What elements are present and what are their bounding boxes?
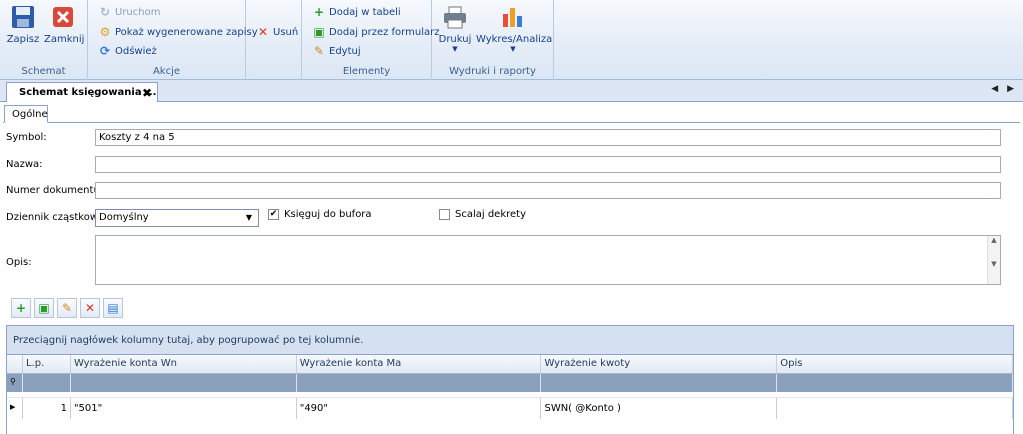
print-button[interactable]: Drukuj ▼ [438, 4, 472, 53]
symbol-label: Symbol: [6, 132, 47, 143]
edit-row-button[interactable]: ✎ [57, 298, 77, 318]
tab-ogolne[interactable]: Ogólne [4, 105, 48, 123]
wrench-icon: ✎ [313, 44, 325, 58]
form-content: Ogólne Symbol: Koszty z 4 na 5 Nazwa: Nu… [0, 102, 1023, 434]
entries-grid: Przeciągnij nagłówek kolumny tutaj, aby … [6, 325, 1014, 434]
ribbon: Zapisz Zamknij Schemat ↻ Uruchom ⚙ Pokaż… [0, 0, 1023, 80]
group-label-elementy: Elementy [342, 66, 391, 77]
opis-textarea[interactable]: ▲ ▼ [95, 235, 1001, 285]
numer-dokumentu-field[interactable] [95, 182, 1001, 199]
group-label-wydruki: Wydruki i raporty [449, 66, 536, 77]
wrench-icon: ✎ [61, 301, 73, 315]
ribbon-group-akcje: ↻ Uruchom ⚙ Pokaż wygenerowane zapisy ⟳ … [88, 0, 258, 80]
printer-icon [442, 4, 468, 30]
close-button[interactable]: Zamknij [44, 4, 84, 45]
plus-icon: + [313, 5, 325, 19]
dziennik-select[interactable]: Domyślny ▼ [95, 209, 259, 227]
chevron-down-icon: ▼ [510, 45, 516, 53]
group-label-schemat: Schemat [21, 66, 66, 77]
add-in-table-button[interactable]: + Dodaj w tabeli [312, 4, 401, 20]
grid-view-icon: ▤ [107, 301, 119, 315]
run-icon: ↻ [99, 5, 111, 19]
ribbon-group-schemat: Zapisz Zamknij Schemat [0, 0, 88, 80]
cell-lp[interactable]: 1 [23, 398, 71, 419]
ksieguj-do-bufora-checkbox[interactable]: ✔ Księguj do bufora [268, 209, 372, 220]
ribbon-group-elementy: + Dodaj w tabeli ▣ Dodaj przez formularz… [302, 0, 439, 80]
nazwa-field[interactable] [95, 156, 1001, 173]
run-button[interactable]: ↻ Uruchom [98, 4, 161, 20]
grid-toolbar: + ▣ ✎ ✕ ▤ [11, 298, 123, 318]
tab-scroll-arrows[interactable]: ◀ ▶ [991, 84, 1017, 94]
chart-icon [500, 4, 526, 30]
opis-label: Opis: [6, 257, 32, 268]
symbol-field[interactable]: Koszty z 4 na 5 [95, 129, 1001, 146]
delete-button[interactable]: ✕ Usuń [256, 24, 298, 40]
cell-ma[interactable]: "490" [297, 398, 542, 419]
document-tab-strip: Schemat księgowania ... ✖ ◀ ▶ [0, 80, 1023, 102]
add-row-button[interactable]: + [11, 298, 31, 318]
add-via-form-button[interactable]: ▣ Dodaj przez formularz [312, 24, 439, 40]
column-header[interactable]: Opis [777, 355, 1013, 373]
chevron-down-icon[interactable]: ▼ [242, 211, 256, 225]
checkmark-icon: ✔ [268, 209, 279, 220]
general-panel: Symbol: Koszty z 4 na 5 Nazwa: Numer dok… [3, 122, 1020, 434]
column-header[interactable]: Wyrażenie kwoty [541, 355, 778, 373]
dziennik-label: Dziennik cząstkowy: [6, 212, 107, 223]
cell-opis[interactable] [777, 398, 1013, 419]
delete-icon: ✕ [257, 25, 269, 39]
row-indicator-icon: ▶ [7, 398, 23, 419]
show-generated-button[interactable]: ⚙ Pokaż wygenerowane zapisy [98, 24, 258, 40]
column-header[interactable]: Wyrażenie konta Wn [71, 355, 297, 373]
add-form-row-button[interactable]: ▣ [34, 298, 54, 318]
document-tab[interactable]: Schemat księgowania ... ✖ [6, 82, 158, 102]
close-icon [50, 4, 76, 30]
cell-wn[interactable]: "501" [71, 398, 297, 419]
delete-row-button[interactable]: ✕ [80, 298, 100, 318]
nazwa-label: Nazwa: [6, 159, 43, 170]
grid-header: L.p. Wyrażenie konta Wn Wyrażenie konta … [7, 355, 1013, 374]
form-add-icon: ▣ [38, 301, 50, 315]
filter-row[interactable]: ⚲ [7, 374, 1013, 393]
column-header[interactable]: Wyrażenie konta Ma [297, 355, 542, 373]
chevron-down-icon: ▼ [452, 45, 458, 53]
generated-records-icon: ⚙ [99, 25, 111, 39]
scrollbar[interactable]: ▲ ▼ [987, 236, 1000, 284]
group-label-akcje: Akcje [152, 66, 181, 77]
form-add-icon: ▣ [313, 25, 325, 39]
scalaj-dekrety-checkbox[interactable]: Scalaj dekrety [439, 209, 526, 220]
chart-analysis-button[interactable]: Wykres/Analiza ▼ [476, 4, 552, 53]
floppy-disk-icon [10, 4, 36, 30]
close-tab-icon[interactable]: ✖ [142, 86, 152, 100]
view-row-button[interactable]: ▤ [103, 298, 123, 318]
plus-icon: + [15, 301, 27, 315]
table-row[interactable]: ▶ 1 "501" "490" SWN( @Konto ) [7, 397, 1013, 419]
cell-kwota[interactable]: SWN( @Konto ) [541, 398, 778, 419]
filter-icon: ⚲ [7, 374, 23, 392]
edit-button[interactable]: ✎ Edytuj [312, 43, 361, 59]
save-button[interactable]: Zapisz [6, 4, 40, 45]
delete-icon: ✕ [84, 301, 96, 315]
refresh-button[interactable]: ⟳ Odśwież [98, 43, 157, 59]
numer-dokumentu-label: Numer dokumentu: [6, 185, 104, 196]
group-by-panel[interactable]: Przeciągnij nagłówek kolumny tutaj, aby … [7, 326, 1013, 355]
ribbon-group-wydruki: Drukuj ▼ Wykres/Analiza ▼ Wydruki i rapo… [432, 0, 554, 80]
refresh-icon: ⟳ [99, 44, 111, 58]
ribbon-group-delete: ✕ Usuń [246, 0, 302, 80]
column-header[interactable]: L.p. [23, 355, 71, 373]
